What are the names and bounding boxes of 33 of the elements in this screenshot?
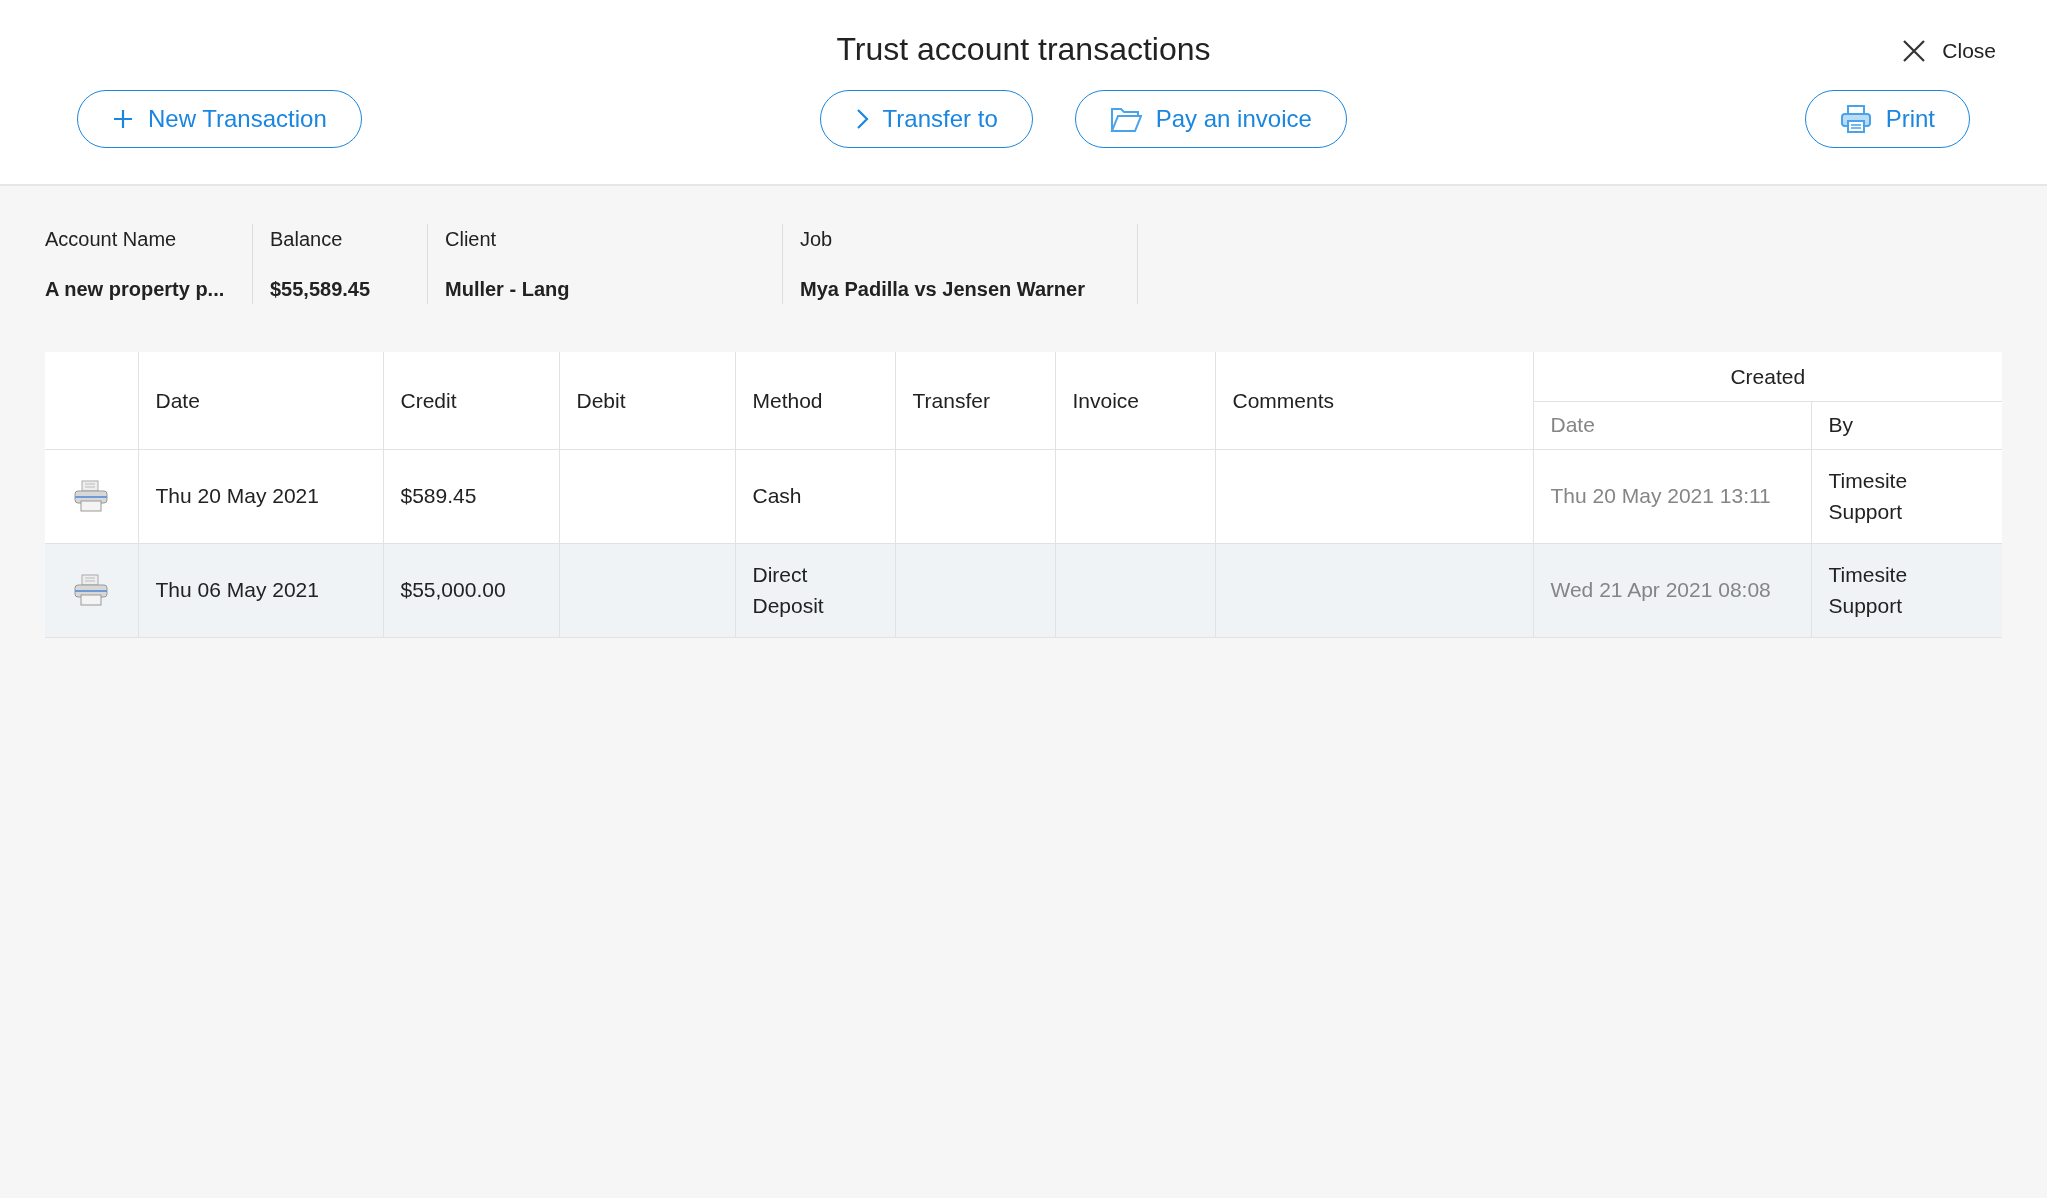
summary-value: Muller - Lang	[445, 277, 571, 302]
summary-label: Balance	[270, 228, 343, 250]
column-group-header: Created	[1533, 352, 2002, 401]
table-cell-text: Timesite Support	[1828, 561, 1909, 619]
new-transaction-button[interactable]: New Transaction	[77, 90, 362, 149]
column-header: Transfer	[895, 352, 1055, 449]
column-header: Comments	[1215, 352, 1533, 449]
table-cell: Thu 20 May 2021 13:11	[1550, 484, 1771, 508]
column-header: Debit	[559, 352, 735, 449]
summary-label: Account Name	[45, 228, 177, 250]
column-header: Date	[1533, 401, 1811, 449]
column-header: Credit	[383, 352, 559, 449]
table-cell: $589.45	[400, 484, 477, 508]
dialog-title: Trust account transactions	[836, 30, 1211, 69]
summary-value: A new property p...	[45, 277, 226, 302]
table-cell-text: Direct Deposit	[752, 561, 825, 619]
summary-label: Job	[800, 228, 833, 250]
summary-label: Client	[445, 228, 497, 250]
transfer-button[interactable]: Transfer to	[819, 90, 1033, 149]
table-cell: Thu 20 May 2021	[155, 484, 319, 508]
print-button[interactable]: Print	[1804, 90, 1970, 149]
table-cell-text: Timesite Support	[1828, 467, 1909, 525]
column-header: Date	[138, 352, 383, 449]
column-header: Invoice	[1055, 352, 1215, 449]
column-header: Method	[735, 352, 895, 449]
pay-invoice-button[interactable]: Pay an invoice	[1074, 90, 1347, 149]
table-cell: $55,000.00	[400, 578, 506, 602]
summary-value: $55,589.45	[270, 277, 372, 302]
table-cell: Thu 06 May 2021	[155, 578, 319, 602]
table-cell-text: Cash	[752, 483, 803, 510]
table-cell: Wed 21 Apr 2021 08:08	[1550, 578, 1771, 602]
close-button[interactable]: Close	[1896, 34, 2002, 68]
summary-value: Mya Padilla vs Jensen Warner	[800, 277, 1086, 302]
